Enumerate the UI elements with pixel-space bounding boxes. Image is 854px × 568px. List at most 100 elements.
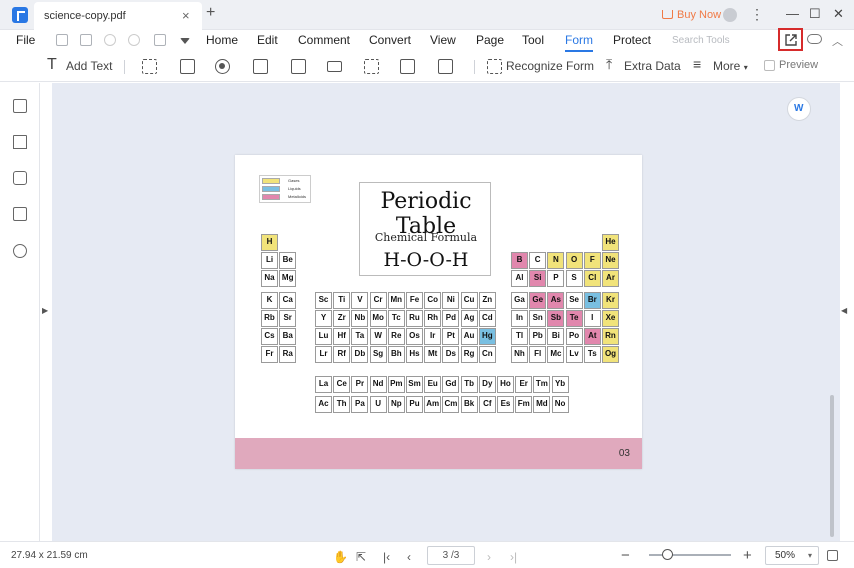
- radio-button-field-icon[interactable]: [215, 59, 230, 74]
- element-br: Br: [583, 291, 601, 309]
- tab-close-icon[interactable]: ×: [182, 8, 190, 23]
- menu-protect[interactable]: Protect: [613, 33, 651, 47]
- element-re: Re: [387, 328, 405, 345]
- element-ts: Ts: [583, 346, 601, 364]
- element-md: Md: [533, 395, 551, 413]
- element-i: I: [583, 309, 601, 327]
- minimize-button[interactable]: —: [786, 6, 799, 21]
- more-icon[interactable]: ≡: [693, 56, 701, 72]
- select-tool-icon[interactable]: ⇱: [356, 550, 366, 564]
- expand-sidebar-icon[interactable]: ▶: [42, 306, 48, 315]
- zoom-slider-handle[interactable]: [662, 549, 674, 560]
- bookmark-icon[interactable]: [13, 135, 27, 149]
- pdf-page[interactable]: Gases Liquids Metalloids Periodic Table …: [235, 155, 642, 469]
- legend-metalloid-swatch: [262, 194, 280, 200]
- fit-page-icon[interactable]: [827, 550, 838, 561]
- menu-form[interactable]: Form: [565, 33, 593, 47]
- zoom-out-button[interactable]: −: [621, 547, 630, 564]
- recognize-form-button[interactable]: Recognize Form: [506, 59, 594, 75]
- menu-view[interactable]: View: [430, 33, 456, 47]
- combo-box-field-icon[interactable]: [253, 59, 268, 74]
- share-button[interactable]: [778, 28, 803, 51]
- zoom-level-select[interactable]: 50% ▾: [765, 546, 819, 565]
- thumbnails-icon[interactable]: [13, 99, 27, 113]
- element-os: Os: [406, 328, 423, 345]
- menu-home[interactable]: Home: [206, 33, 238, 47]
- menu-comment[interactable]: Comment: [298, 33, 350, 47]
- element-lr: Lr: [315, 346, 332, 364]
- element-fl: Fl: [529, 346, 547, 364]
- vertical-scrollbar[interactable]: [830, 395, 834, 537]
- menu-page[interactable]: Page: [476, 33, 504, 47]
- menu-tool[interactable]: Tool: [522, 33, 544, 47]
- search-tools-input[interactable]: Search Tools: [672, 35, 730, 46]
- list-box-field-icon[interactable]: [291, 59, 306, 74]
- element-cr: Cr: [369, 291, 387, 309]
- add-text-icon[interactable]: T: [47, 56, 57, 73]
- first-page-icon[interactable]: |‹: [383, 550, 390, 564]
- element-u: U: [369, 395, 387, 413]
- menu-convert[interactable]: Convert: [369, 33, 411, 47]
- buy-now-button[interactable]: Buy Now: [662, 9, 721, 21]
- date-field-icon[interactable]: [438, 59, 453, 74]
- menu-file[interactable]: File: [16, 33, 35, 47]
- previous-page-icon[interactable]: ‹: [407, 550, 411, 564]
- more-options-icon[interactable]: ⋮: [750, 6, 764, 23]
- print-icon[interactable]: [154, 34, 166, 46]
- comment-icon[interactable]: [13, 171, 27, 185]
- element-ho: Ho: [497, 376, 514, 393]
- element-rf: Rf: [333, 346, 351, 364]
- zoom-in-button[interactable]: +: [743, 547, 752, 564]
- element-rb: Rb: [261, 309, 278, 327]
- app-logo[interactable]: [12, 7, 28, 23]
- extra-data-button[interactable]: Extra Data: [624, 59, 681, 75]
- new-tab-icon[interactable]: +: [206, 4, 215, 22]
- collapse-ribbon-icon[interactable]: ︿: [832, 33, 843, 49]
- legend-liquid-swatch: [262, 186, 280, 192]
- menu-edit[interactable]: Edit: [257, 33, 278, 47]
- redo-icon[interactable]: [128, 34, 140, 46]
- convert-to-word-icon[interactable]: [787, 97, 811, 121]
- recognize-form-icon[interactable]: [487, 59, 502, 74]
- document-subtitle: Chemical Formula: [374, 231, 478, 244]
- preview-checkbox[interactable]: [764, 60, 775, 71]
- search-icon[interactable]: [13, 244, 27, 258]
- extra-data-icon[interactable]: ⤒: [606, 56, 612, 72]
- document-tab[interactable]: science-copy.pdf ×: [34, 2, 202, 30]
- mail-icon[interactable]: [80, 34, 92, 46]
- element-pb: Pb: [529, 328, 547, 345]
- element-cf: Cf: [478, 395, 496, 413]
- toolbar-divider: [124, 60, 125, 74]
- more-button[interactable]: More ▾: [713, 59, 748, 75]
- quick-access-dropdown-icon[interactable]: [180, 38, 190, 44]
- close-button[interactable]: ✕: [833, 6, 844, 22]
- hand-tool-icon[interactable]: ✋: [333, 550, 348, 564]
- avatar[interactable]: [723, 8, 737, 22]
- signature-field-icon[interactable]: [400, 59, 415, 74]
- element-kr: Kr: [602, 291, 619, 309]
- element-mt: Mt: [424, 346, 442, 364]
- undo-icon[interactable]: [104, 34, 116, 46]
- cloud-upload-icon[interactable]: [807, 34, 822, 44]
- element-ra: Ra: [279, 346, 297, 364]
- attachment-icon[interactable]: [13, 207, 27, 221]
- button-field-icon[interactable]: [327, 61, 342, 72]
- save-icon[interactable]: [56, 34, 68, 46]
- element-am: Am: [424, 395, 442, 413]
- maximize-button[interactable]: ☐: [809, 6, 821, 22]
- image-field-icon[interactable]: [364, 59, 379, 74]
- last-page-icon[interactable]: ›|: [510, 550, 517, 564]
- text-field-icon[interactable]: [142, 59, 157, 74]
- element-yb: Yb: [551, 376, 569, 393]
- element-er: Er: [515, 376, 533, 393]
- expand-panel-icon[interactable]: ◀: [841, 306, 847, 315]
- legend-gas-swatch: [262, 178, 280, 184]
- page-number-input[interactable]: 3 /3: [427, 546, 475, 565]
- element-ce: Ce: [333, 376, 351, 393]
- next-page-icon[interactable]: ›: [487, 550, 491, 564]
- element-bk: Bk: [460, 395, 478, 413]
- add-text-button[interactable]: Add Text: [66, 59, 112, 75]
- element-eu: Eu: [424, 376, 442, 393]
- element-tb: Tb: [460, 376, 478, 393]
- checkbox-field-icon[interactable]: [180, 59, 195, 74]
